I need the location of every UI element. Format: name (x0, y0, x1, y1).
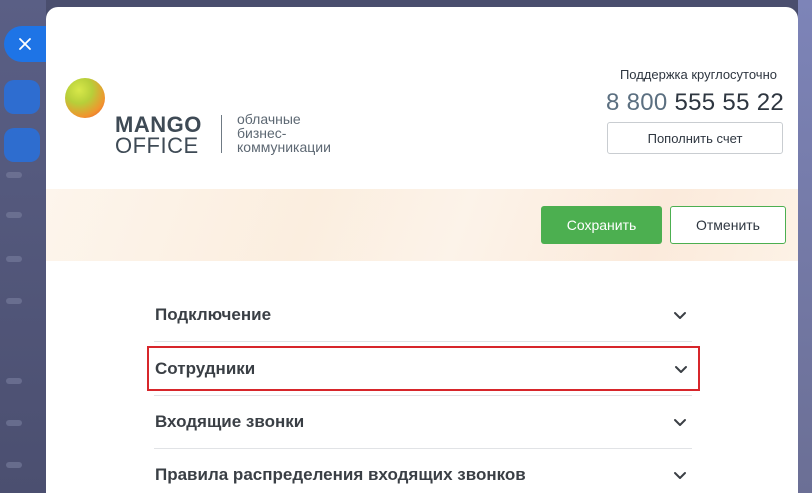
brand-subname: OFFICE (115, 133, 199, 158)
brand-name: MANGO (115, 112, 202, 137)
chevron-down-icon (675, 365, 687, 373)
close-button[interactable] (4, 26, 46, 62)
section-label: Сотрудники (155, 358, 256, 378)
action-bar: Сохранить Отменить (46, 189, 798, 261)
section-call-distribution-rules[interactable]: Правила распределения входящих звонков (154, 449, 692, 493)
tagline-line: облачные (237, 111, 301, 127)
tagline-line: коммуникации (237, 139, 331, 155)
background-item (6, 256, 22, 262)
chevron-down-icon (674, 312, 686, 319)
background-item (6, 462, 22, 468)
section-label: Входящие звонки (155, 412, 305, 431)
background-item (6, 420, 22, 426)
phone-prefix: 8 800 (605, 89, 668, 116)
background-item (6, 378, 22, 384)
logo-divider (221, 115, 222, 153)
section-label: Правила распределения входящих звонков (155, 465, 526, 484)
panel-header: MANGO OFFICE облачные бизнес- коммуникац… (46, 7, 798, 189)
topup-balance-button[interactable]: Пополнить счет (607, 122, 783, 154)
background-item (6, 212, 22, 218)
section-incoming-calls[interactable]: Входящие звонки (154, 396, 692, 449)
section-connection[interactable]: Подключение (154, 289, 692, 342)
brand-logo: MANGO OFFICE (115, 112, 202, 158)
tagline-line: бизнес- (237, 125, 287, 141)
support-label: Поддержка круглосуточно (619, 67, 777, 82)
settings-panel: MANGO OFFICE облачные бизнес- коммуникац… (46, 7, 798, 493)
brand-tagline: облачные бизнес- коммуникации (237, 112, 367, 154)
save-button[interactable]: Сохранить (541, 206, 662, 244)
background-sidebar (0, 0, 46, 493)
background-item (6, 172, 22, 178)
section-label: Подключение (155, 305, 272, 324)
phone-number: 555 55 22 (674, 89, 784, 116)
background-scrollbar (798, 0, 812, 493)
mango-logo-icon (65, 78, 105, 118)
support-phone[interactable]: 8 800 555 55 22 (606, 89, 784, 117)
settings-sections: Подключение Сотрудники Входящие звонки П… (147, 289, 700, 493)
background-item (6, 298, 22, 304)
background-avatar (4, 128, 40, 162)
chevron-down-icon (674, 472, 686, 479)
close-icon (19, 38, 31, 50)
background-avatar (4, 80, 40, 114)
cancel-button[interactable]: Отменить (670, 206, 786, 244)
chevron-down-icon (674, 419, 686, 426)
section-employees[interactable]: Сотрудники (147, 346, 700, 391)
